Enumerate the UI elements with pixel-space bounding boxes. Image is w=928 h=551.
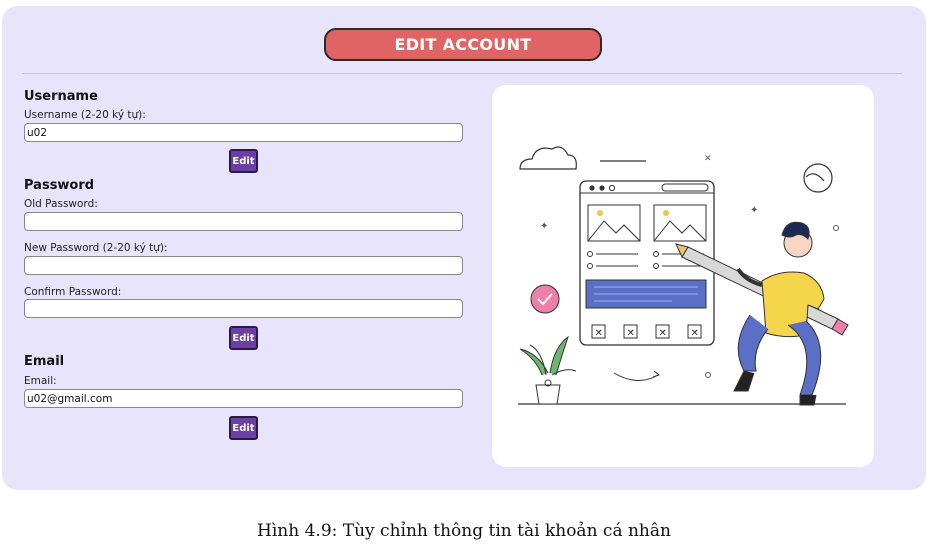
- svg-text:✕: ✕: [704, 154, 712, 164]
- username-edit-button[interactable]: Edit: [229, 149, 258, 173]
- email-edit-button[interactable]: Edit: [229, 416, 258, 440]
- person-editing-webpage-illustration-icon: ✕ ✦ ✦ ✕ ✕ ✕ ✕: [518, 146, 849, 406]
- new-password-label: New Password (2-20 ký tự):: [24, 242, 168, 254]
- svg-text:✦: ✦: [540, 221, 548, 232]
- email-input[interactable]: [24, 389, 463, 408]
- username-heading: Username: [24, 89, 98, 104]
- svg-text:✕: ✕: [659, 328, 667, 339]
- svg-text:✕: ✕: [627, 328, 635, 339]
- illustration-card: ✕ ✦ ✦ ✕ ✕ ✕ ✕: [492, 85, 874, 467]
- svg-text:✕: ✕: [691, 328, 699, 339]
- username-input[interactable]: [24, 123, 463, 142]
- old-password-input[interactable]: [24, 212, 463, 231]
- confirm-password-label: Confirm Password:: [24, 286, 122, 298]
- confirm-password-input[interactable]: [24, 299, 463, 318]
- email-heading: Email: [24, 354, 65, 369]
- password-heading: Password: [24, 178, 95, 193]
- figure-caption: Hình 4.9: Tùy chỉnh thông tin tài khoản …: [257, 521, 671, 541]
- new-password-input[interactable]: [24, 256, 463, 275]
- old-password-label: Old Password:: [24, 198, 98, 210]
- username-label: Username (2-20 ký tự):: [24, 109, 146, 121]
- svg-text:✕: ✕: [595, 328, 603, 339]
- header-divider: [22, 73, 902, 74]
- edit-account-title-button[interactable]: EDIT ACCOUNT: [324, 28, 602, 61]
- email-label: Email:: [24, 375, 57, 387]
- password-edit-button[interactable]: Edit: [229, 326, 258, 350]
- svg-text:✦: ✦: [750, 205, 758, 216]
